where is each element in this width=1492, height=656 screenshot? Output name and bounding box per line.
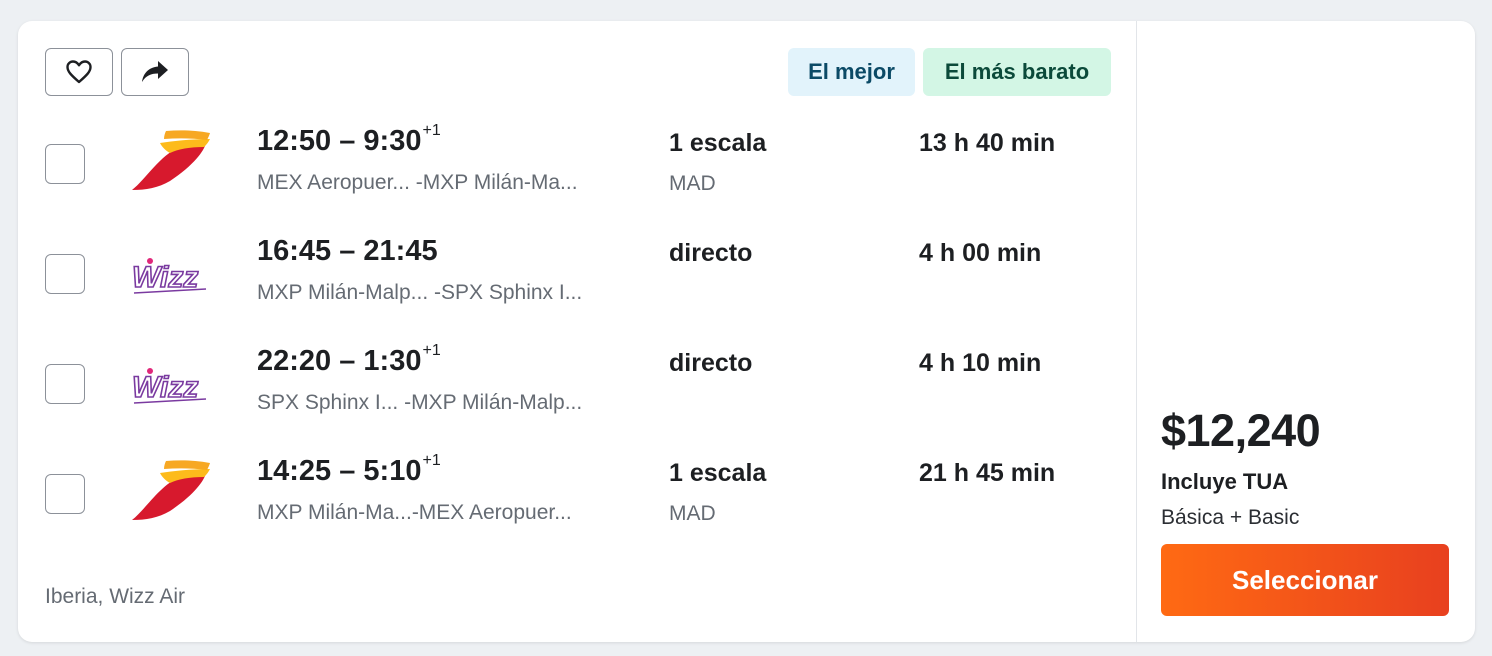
price-includes: Incluye TUA bbox=[1161, 469, 1289, 494]
flight-route: MEX Aeropuer... -MXP Milán-Ma... bbox=[257, 171, 578, 194]
flight-times: 22:20 – 1:30+1 bbox=[257, 342, 441, 377]
price-panel: $12,240 Incluye TUA Básica + Basic Selec… bbox=[1136, 21, 1475, 642]
flight-checkbox[interactable] bbox=[45, 254, 85, 294]
flight-duration: 4 h 10 min bbox=[919, 349, 1042, 377]
wizz-logo: Wizz bbox=[130, 349, 210, 415]
itinerary-panel: El mejor El más barato 12:50 – 9:30+1 ME… bbox=[18, 21, 1136, 642]
svg-text:Wizz: Wizz bbox=[132, 261, 198, 294]
flight-row: Wizz 16:45 – 21:45 MXP Milán-Malp... -SP… bbox=[18, 229, 1136, 339]
flight-times: 16:45 – 21:45 bbox=[257, 235, 438, 267]
share-button[interactable] bbox=[121, 48, 189, 96]
heart-icon bbox=[66, 60, 92, 84]
airlines-summary: Iberia, Wizz Air bbox=[45, 585, 186, 608]
flight-checkbox[interactable] bbox=[45, 144, 85, 184]
flight-result-card: El mejor El más barato 12:50 – 9:30+1 ME… bbox=[18, 21, 1475, 642]
flight-stops: directo bbox=[669, 239, 753, 267]
price: $12,240 bbox=[1161, 405, 1321, 456]
flight-route: SPX Sphinx I... -MXP Milán-Malp... bbox=[257, 391, 583, 414]
wizz-logo: Wizz bbox=[130, 239, 210, 305]
flight-times: 14:25 – 5:10+1 bbox=[257, 452, 441, 487]
flight-stops: directo bbox=[669, 349, 753, 377]
flight-checkbox[interactable] bbox=[45, 364, 85, 404]
flight-duration: 21 h 45 min bbox=[919, 459, 1056, 487]
cheapest-badge: El más barato bbox=[923, 48, 1111, 96]
flight-checkbox[interactable] bbox=[45, 474, 85, 514]
flight-times: 12:50 – 9:30+1 bbox=[257, 122, 441, 157]
flight-stops: 1 escala bbox=[669, 129, 767, 157]
fare-type: Básica + Basic bbox=[1161, 506, 1300, 529]
share-arrow-icon bbox=[142, 61, 168, 82]
flight-duration: 13 h 40 min bbox=[919, 129, 1056, 157]
best-badge: El mejor bbox=[788, 48, 915, 96]
iberia-logo bbox=[130, 459, 210, 525]
favorite-button[interactable] bbox=[45, 48, 113, 96]
flight-row: 14:25 – 5:10+1 MXP Milán-Ma...-MEX Aerop… bbox=[18, 449, 1136, 559]
svg-text:Wizz: Wizz bbox=[132, 371, 198, 404]
layover-airport: MAD bbox=[669, 172, 716, 195]
flight-row: Wizz 22:20 – 1:30+1 SPX Sphinx I... -MXP… bbox=[18, 339, 1136, 449]
iberia-logo bbox=[130, 129, 210, 195]
select-button[interactable]: Seleccionar bbox=[1161, 544, 1449, 616]
flight-duration: 4 h 00 min bbox=[919, 239, 1042, 267]
flight-route: MXP Milán-Ma...-MEX Aeropuer... bbox=[257, 501, 572, 524]
flight-route: MXP Milán-Malp... -SPX Sphinx I... bbox=[257, 281, 583, 304]
flight-row: 12:50 – 9:30+1 MEX Aeropuer... -MXP Milá… bbox=[18, 119, 1136, 229]
flight-stops: 1 escala bbox=[669, 459, 767, 487]
layover-airport: MAD bbox=[669, 502, 716, 525]
